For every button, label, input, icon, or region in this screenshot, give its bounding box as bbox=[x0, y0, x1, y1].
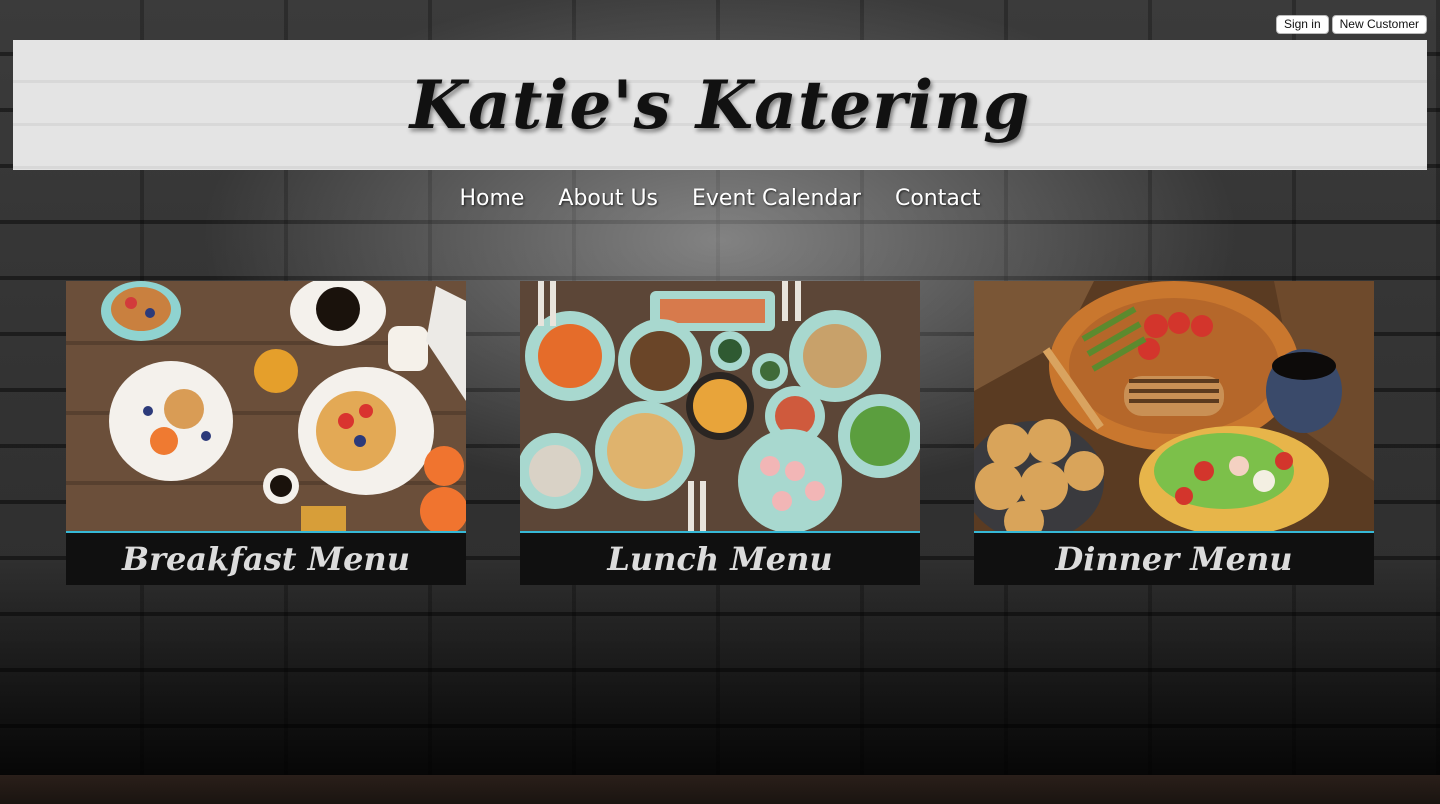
breakfast-menu-label: Breakfast Menu bbox=[66, 531, 466, 585]
new-customer-button[interactable]: New Customer bbox=[1331, 15, 1427, 34]
lunch-menu-card[interactable]: Lunch Menu bbox=[520, 281, 920, 585]
breakfast-menu-card[interactable]: Breakfast Menu bbox=[66, 281, 466, 585]
site-title: Katie's Katering bbox=[409, 66, 1031, 144]
sign-in-button[interactable]: Sign in bbox=[1275, 15, 1329, 34]
auth-bar: Sign in New Customer bbox=[1275, 15, 1427, 34]
floor-background bbox=[0, 775, 1440, 804]
dinner-menu-label: Dinner Menu bbox=[974, 531, 1374, 585]
dinner-photo bbox=[974, 281, 1374, 531]
lunch-photo bbox=[520, 281, 920, 531]
main-nav: Home About Us Event Calendar Contact bbox=[0, 186, 1440, 211]
nav-home[interactable]: Home bbox=[459, 186, 524, 211]
nav-event-calendar[interactable]: Event Calendar bbox=[692, 186, 861, 211]
breakfast-photo bbox=[66, 281, 466, 531]
nav-contact[interactable]: Contact bbox=[895, 186, 981, 211]
dinner-photo-illustration bbox=[974, 281, 1374, 531]
dinner-menu-card[interactable]: Dinner Menu bbox=[974, 281, 1374, 585]
breakfast-photo-illustration bbox=[66, 281, 466, 531]
lunch-photo-illustration bbox=[520, 281, 920, 531]
nav-about-us[interactable]: About Us bbox=[558, 186, 658, 211]
site-banner: Katie's Katering bbox=[13, 40, 1427, 170]
lunch-menu-label: Lunch Menu bbox=[520, 531, 920, 585]
